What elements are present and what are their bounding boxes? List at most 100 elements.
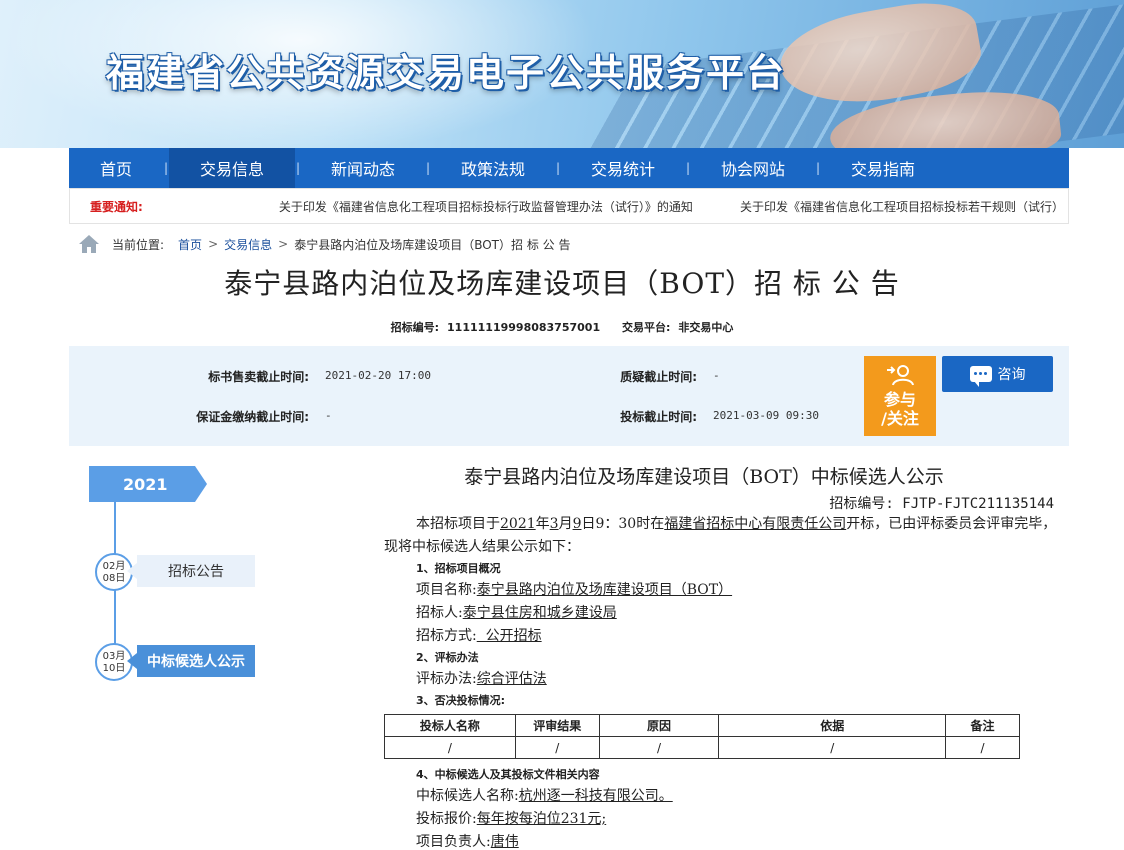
section-heading: 3、否决投标情况: [416,694,506,707]
eval-value: 综合评估法 [476,671,547,687]
follow-label: /关注 [881,409,919,428]
announcement-title: 泰宁县路内泊位及场库建设项目（BOT）中标候选人公示 [464,466,944,488]
nav-item-association[interactable]: 协会网站 [691,148,815,188]
field-label: 投标报价: [416,811,477,827]
nav-item-statistics[interactable]: 交易统计 [561,148,685,188]
deposit-deadline-value: - [325,409,332,422]
chat-icon [969,366,992,387]
breadcrumb-link-home[interactable]: 首页 [178,236,202,253]
intro-org: 福建省招标中心有限责任公司 [664,516,847,532]
table-cell: / [718,736,947,759]
field-label: 招标方式: [416,628,477,644]
code-label: 招标编号: [390,321,440,334]
intro-text: 年 [535,516,550,532]
intro-paragraph: 本招标项目于2021年3月9日9：30时在福建省招标中心有限责任公司开标，已由评… [384,513,1064,559]
timeline-day: 08日 [102,573,126,584]
method-value: 公开招标 [476,628,542,644]
sale-deadline-value: 2021-02-20 17:00 [325,369,431,382]
breadcrumb: 当前位置: 首页 > 交易信息 > 泰宁县路内泊位及场库建设项目（BOT）招 标… [78,232,570,256]
platform-label: 交易平台: [621,321,671,334]
notice-link[interactable]: 关于印发《福建省信息化工程项目招标投标行政监督管理办法（试行）》的通知 [279,198,728,215]
bid-deadline-value: 2021-03-09 09:30 [713,409,819,422]
nav-item-news[interactable]: 新闻动态 [301,148,425,188]
price-value: 每年按每泊位231元; [476,811,607,827]
intro-text: 月 [558,516,573,532]
site-title: 福建省公共资源交易电子公共服务平台 [106,51,787,95]
tenderer-value: 泰宁县住房和城乡建设局 [462,605,617,621]
manager-value: 唐伟 [490,834,519,850]
notice-label: 重要通知: [90,199,143,214]
timeline-day: 10日 [102,663,126,674]
eval-row: 评标办法:综合评估法 [416,668,1064,691]
price-row: 投标报价:每年按每泊位231元; [416,808,1064,831]
intro-year: 2021 [500,516,536,532]
info-panel: 标书售卖截止时间: 2021-02-20 17:00 质疑截止时间: - 保证金… [69,346,1069,446]
table-cell: / [945,736,1020,759]
question-deadline-value: - [713,369,720,382]
candidate-value: 杭州逐一科技有限公司。 [518,788,673,804]
announcement-content: 泰宁县路内泊位及场库建设项目（BOT）中标候选人公示 招标编号: FJTP-FJ… [384,462,1064,850]
table-cell: / [384,736,516,759]
table-header: 备注 [945,714,1020,737]
timeline-month: 02月 [102,561,126,572]
join-label: 参与 [883,390,916,409]
bid-deadline-label: 投标截止时间: [620,410,697,424]
timeline-month: 03月 [102,651,126,662]
page-title: 泰宁县路内泊位及场库建设项目（BOT）招 标 公 告 [224,267,900,300]
chevron-right-icon: > [278,237,289,251]
section-heading: 4、中标候选人及其投标文件相关内容 [416,768,600,781]
timeline: 2021 02月 08日 招标公告 03月 10日 中标候选人公示 [89,466,259,706]
add-person-icon [885,364,915,386]
timeline-item-candidate-notice[interactable]: 中标候选人公示 [127,645,255,677]
nav-item-trade-info[interactable]: 交易信息 [169,148,295,188]
question-deadline-label: 质疑截止时间: [620,370,697,384]
timeline-year: 2021 [89,466,207,502]
field-label: 项目负责人: [416,834,491,850]
intro-text: 日9：30时在 [581,516,665,532]
code-value: 111111199980837570​01 [447,321,601,334]
notice-bar: 重要通知: 关于印发《福建省信息化工程项目招标投标行政监督管理办法（试行）》的通… [69,188,1069,224]
section-heading: 1、招标项目概况 [416,562,501,575]
table-header: 依据 [718,714,947,737]
deposit-deadline-label: 保证金缴纳截止时间: [196,410,309,424]
breadcrumb-prefix: 当前位置: [112,237,165,252]
consult-button[interactable]: 咨询 [942,356,1053,392]
table-header: 评审结果 [514,714,600,737]
timeline-item-tender-notice[interactable]: 招标公告 [127,555,255,587]
consult-label: 咨询 [997,367,1026,383]
field-label: 招标人: [416,605,463,621]
table-header: 原因 [598,714,720,737]
table-header-row: 投标人名称 评审结果 原因 依据 备注 [384,714,1020,737]
manager-row: 项目负责人:唐伟 [416,831,1064,850]
join-follow-button[interactable]: 参与 /关注 [864,356,936,436]
notice-link[interactable]: 关于印发《福建省信息化工程项目招标投标若干规则（试行） [740,198,1068,215]
table-row: / / / / / [384,736,1020,759]
table-cell: / [598,736,720,759]
candidate-row: 中标候选人名称:杭州逐一科技有限公司。 [416,785,1064,808]
nav-item-guide[interactable]: 交易指南 [821,148,945,188]
method-row: 招标方式: 公开招标 [416,625,1064,648]
table-cell: / [514,736,600,759]
nav-item-policy[interactable]: 政策法规 [431,148,555,188]
announcement-code: 招标编号: FJTP-FJTC211135144 [829,496,1054,512]
home-icon [78,234,100,254]
sale-deadline-label: 标书售卖截止时间: [208,370,309,384]
project-name-value: 泰宁县路内泊位及场库建设项目（BOT） [476,582,733,598]
nav-item-home[interactable]: 首页 [69,148,163,188]
chevron-right-icon: > [208,237,219,251]
tenderer-row: 招标人:泰宁县住房和城乡建设局 [416,602,1064,625]
breadcrumb-link-trade-info[interactable]: 交易信息 [224,236,272,253]
breadcrumb-current: 泰宁县路内泊位及场库建设项目（BOT）招 标 公 告 [294,237,571,252]
field-label: 项目名称: [416,582,477,598]
project-name-row: 项目名称:泰宁县路内泊位及场库建设项目（BOT） [416,579,1064,602]
platform-value: 非交易中心 [678,321,734,334]
page-meta: 招标编号: 111111199980837570​01 交易平台: 非交易中心 [0,319,1124,335]
table-header: 投标人名称 [384,714,516,737]
intro-text: 本招标项目于 [416,516,500,532]
rejection-table: 投标人名称 评审结果 原因 依据 备注 / / / / / [384,714,1020,759]
intro-month: 3 [549,516,559,532]
field-label: 中标候选人名称: [416,788,519,804]
header-banner: 福建省公共资源交易电子公共服务平台 [0,0,1124,148]
main-nav: 首页 | 交易信息 | 新闻动态 | 政策法规 | 交易统计 | 协会网站 | … [69,148,1069,188]
field-label: 评标办法: [416,671,477,687]
